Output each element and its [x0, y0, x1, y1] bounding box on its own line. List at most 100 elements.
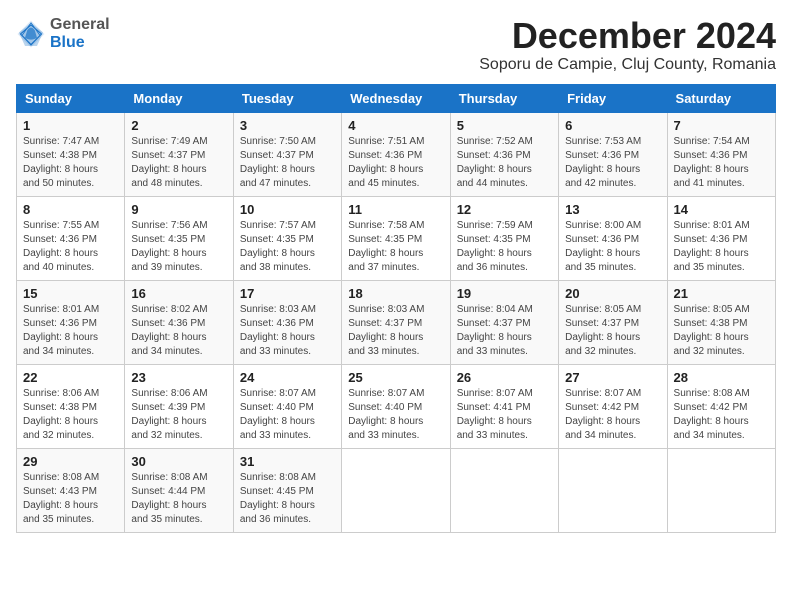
logo: General Blue: [16, 16, 110, 51]
day-info: Sunrise: 7:53 AM Sunset: 4:36 PM Dayligh…: [565, 135, 660, 191]
day-number: 29: [23, 454, 118, 469]
calendar-cell-24: 24 Sunrise: 8:07 AM Sunset: 4:40 PM Dayli…: [233, 364, 341, 448]
day-number: 17: [240, 286, 335, 301]
logo-icon: [16, 19, 46, 49]
day-info: Sunrise: 8:05 AM Sunset: 4:38 PM Dayligh…: [674, 303, 769, 359]
month-title: December 2024: [479, 16, 776, 56]
day-info: Sunrise: 7:56 AM Sunset: 4:35 PM Dayligh…: [131, 219, 226, 275]
calendar-cell-27: 27Sunrise: 8:07 AM Sunset: 4:42 PM Dayli…: [559, 364, 667, 448]
calendar-cell-9: 9 Sunrise: 7:56 AM Sunset: 4:35 PM Daylig…: [125, 196, 233, 280]
day-info: Sunrise: 8:07 AM Sunset: 4:40 PM Dayligh…: [240, 387, 335, 443]
calendar-cell-17: 17 Sunrise: 8:03 AM Sunset: 4:36 PM Dayli…: [233, 280, 341, 364]
calendar-cell-1: 1Sunrise: 7:47 AM Sunset: 4:38 PM Daylig…: [17, 112, 125, 196]
calendar-cell-empty: [342, 448, 450, 532]
day-number: 25: [348, 370, 443, 385]
calendar-week-5: 29 Sunrise: 8:08 AM Sunset: 4:43 PM Dayli…: [17, 448, 776, 532]
calendar-cell-7: 7Sunrise: 7:54 AM Sunset: 4:36 PM Daylig…: [667, 112, 775, 196]
day-info: Sunrise: 8:08 AM Sunset: 4:42 PM Dayligh…: [674, 387, 769, 443]
day-info: Sunrise: 7:49 AM Sunset: 4:37 PM Dayligh…: [131, 135, 226, 191]
day-info: Sunrise: 8:04 AM Sunset: 4:37 PM Dayligh…: [457, 303, 552, 359]
logo-blue-text: Blue: [50, 34, 110, 52]
calendar-cell-20: 20Sunrise: 8:05 AM Sunset: 4:37 PM Dayli…: [559, 280, 667, 364]
calendar-cell-15: 15Sunrise: 8:01 AM Sunset: 4:36 PM Dayli…: [17, 280, 125, 364]
day-info: Sunrise: 7:57 AM Sunset: 4:35 PM Dayligh…: [240, 219, 335, 275]
day-info: Sunrise: 8:00 AM Sunset: 4:36 PM Dayligh…: [565, 219, 660, 275]
calendar-week-4: 22 Sunrise: 8:06 AM Sunset: 4:38 PM Dayli…: [17, 364, 776, 448]
day-number: 7: [674, 118, 769, 133]
day-info: Sunrise: 8:08 AM Sunset: 4:45 PM Dayligh…: [240, 471, 335, 527]
calendar-cell-14: 14Sunrise: 8:01 AM Sunset: 4:36 PM Dayli…: [667, 196, 775, 280]
page-header: General Blue December 2024 Soporu de Cam…: [16, 16, 776, 74]
calendar-week-2: 8Sunrise: 7:55 AM Sunset: 4:36 PM Daylig…: [17, 196, 776, 280]
calendar-cell-23: 23 Sunrise: 8:06 AM Sunset: 4:39 PM Dayli…: [125, 364, 233, 448]
day-number: 9: [131, 202, 226, 217]
day-info: Sunrise: 7:47 AM Sunset: 4:38 PM Dayligh…: [23, 135, 118, 191]
day-info: Sunrise: 7:55 AM Sunset: 4:36 PM Dayligh…: [23, 219, 118, 275]
day-number: 2: [131, 118, 226, 133]
day-number: 30: [131, 454, 226, 469]
calendar-cell-31: 31 Sunrise: 8:08 AM Sunset: 4:45 PM Dayli…: [233, 448, 341, 532]
day-number: 16: [131, 286, 226, 301]
day-info: Sunrise: 8:06 AM Sunset: 4:38 PM Dayligh…: [23, 387, 118, 443]
calendar-week-3: 15Sunrise: 8:01 AM Sunset: 4:36 PM Dayli…: [17, 280, 776, 364]
calendar-cell-2: 2 Sunrise: 7:49 AM Sunset: 4:37 PM Daylig…: [125, 112, 233, 196]
title-section: December 2024 Soporu de Campie, Cluj Cou…: [479, 16, 776, 74]
day-number: 22: [23, 370, 118, 385]
day-number: 11: [348, 202, 443, 217]
logo-text: General Blue: [50, 16, 110, 51]
day-info: Sunrise: 8:01 AM Sunset: 4:36 PM Dayligh…: [23, 303, 118, 359]
calendar-week-1: 1Sunrise: 7:47 AM Sunset: 4:38 PM Daylig…: [17, 112, 776, 196]
calendar-cell-4: 4 Sunrise: 7:51 AM Sunset: 4:36 PM Daylig…: [342, 112, 450, 196]
day-info: Sunrise: 8:07 AM Sunset: 4:42 PM Dayligh…: [565, 387, 660, 443]
day-info: Sunrise: 7:59 AM Sunset: 4:35 PM Dayligh…: [457, 219, 552, 275]
calendar-cell-8: 8Sunrise: 7:55 AM Sunset: 4:36 PM Daylig…: [17, 196, 125, 280]
day-header-monday: Monday: [125, 84, 233, 112]
calendar-cell-28: 28 Sunrise: 8:08 AM Sunset: 4:42 PM Dayli…: [667, 364, 775, 448]
calendar-cell-11: 11 Sunrise: 7:58 AM Sunset: 4:35 PM Dayli…: [342, 196, 450, 280]
day-info: Sunrise: 8:08 AM Sunset: 4:44 PM Dayligh…: [131, 471, 226, 527]
day-number: 24: [240, 370, 335, 385]
calendar-cell-26: 26Sunrise: 8:07 AM Sunset: 4:41 PM Dayli…: [450, 364, 558, 448]
day-info: Sunrise: 8:05 AM Sunset: 4:37 PM Dayligh…: [565, 303, 660, 359]
calendar-cell-29: 29 Sunrise: 8:08 AM Sunset: 4:43 PM Dayli…: [17, 448, 125, 532]
day-number: 21: [674, 286, 769, 301]
day-header-wednesday: Wednesday: [342, 84, 450, 112]
calendar-cell-empty: [450, 448, 558, 532]
calendar-cell-5: 5 Sunrise: 7:52 AM Sunset: 4:36 PM Daylig…: [450, 112, 558, 196]
day-info: Sunrise: 7:52 AM Sunset: 4:36 PM Dayligh…: [457, 135, 552, 191]
day-info: Sunrise: 8:07 AM Sunset: 4:41 PM Dayligh…: [457, 387, 552, 443]
day-number: 5: [457, 118, 552, 133]
calendar-cell-3: 3 Sunrise: 7:50 AM Sunset: 4:37 PM Daylig…: [233, 112, 341, 196]
day-number: 4: [348, 118, 443, 133]
calendar-cell-25: 25 Sunrise: 8:07 AM Sunset: 4:40 PM Dayli…: [342, 364, 450, 448]
day-info: Sunrise: 8:08 AM Sunset: 4:43 PM Dayligh…: [23, 471, 118, 527]
day-info: Sunrise: 8:07 AM Sunset: 4:40 PM Dayligh…: [348, 387, 443, 443]
day-info: Sunrise: 7:51 AM Sunset: 4:36 PM Dayligh…: [348, 135, 443, 191]
day-number: 10: [240, 202, 335, 217]
day-info: Sunrise: 8:06 AM Sunset: 4:39 PM Dayligh…: [131, 387, 226, 443]
calendar-cell-22: 22 Sunrise: 8:06 AM Sunset: 4:38 PM Dayli…: [17, 364, 125, 448]
calendar-cell-12: 12Sunrise: 7:59 AM Sunset: 4:35 PM Dayli…: [450, 196, 558, 280]
day-info: Sunrise: 7:58 AM Sunset: 4:35 PM Dayligh…: [348, 219, 443, 275]
calendar-cell-empty: [559, 448, 667, 532]
calendar-cell-16: 16Sunrise: 8:02 AM Sunset: 4:36 PM Dayli…: [125, 280, 233, 364]
calendar-cell-10: 10 Sunrise: 7:57 AM Sunset: 4:35 PM Dayli…: [233, 196, 341, 280]
day-info: Sunrise: 7:50 AM Sunset: 4:37 PM Dayligh…: [240, 135, 335, 191]
day-number: 28: [674, 370, 769, 385]
day-number: 31: [240, 454, 335, 469]
day-number: 18: [348, 286, 443, 301]
day-info: Sunrise: 8:03 AM Sunset: 4:36 PM Dayligh…: [240, 303, 335, 359]
calendar-table: SundayMondayTuesdayWednesdayThursdayFrid…: [16, 84, 776, 533]
day-info: Sunrise: 8:01 AM Sunset: 4:36 PM Dayligh…: [674, 219, 769, 275]
calendar-cell-30: 30 Sunrise: 8:08 AM Sunset: 4:44 PM Dayli…: [125, 448, 233, 532]
calendar-header-row: SundayMondayTuesdayWednesdayThursdayFrid…: [17, 84, 776, 112]
day-header-sunday: Sunday: [17, 84, 125, 112]
day-header-saturday: Saturday: [667, 84, 775, 112]
day-number: 23: [131, 370, 226, 385]
day-number: 3: [240, 118, 335, 133]
day-header-thursday: Thursday: [450, 84, 558, 112]
logo-general-text: General: [50, 16, 110, 34]
calendar-cell-18: 18 Sunrise: 8:03 AM Sunset: 4:37 PM Dayli…: [342, 280, 450, 364]
day-info: Sunrise: 8:03 AM Sunset: 4:37 PM Dayligh…: [348, 303, 443, 359]
day-header-friday: Friday: [559, 84, 667, 112]
